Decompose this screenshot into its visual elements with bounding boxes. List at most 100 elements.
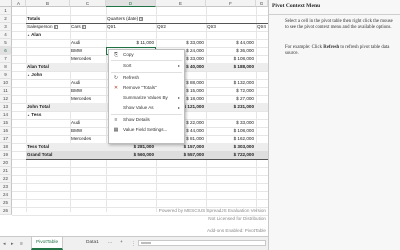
row-header[interactable]: 24 xyxy=(0,191,12,199)
row-header[interactable]: 6 xyxy=(0,47,12,55)
sheet-tab-data1[interactable]: Data1 xyxy=(82,237,103,248)
menu-item-value-field-settings[interactable]: ▦ Value Field Settings... xyxy=(109,125,184,135)
grand-total-label[interactable]: Grand Total xyxy=(26,151,70,159)
row-header[interactable]: 2 xyxy=(0,15,12,23)
row-header[interactable]: 12 xyxy=(0,95,12,103)
row-header[interactable]: 5 xyxy=(0,39,12,47)
more-sheets-button[interactable]: ... xyxy=(104,237,116,248)
grand-total-cell[interactable]: $ 557,000 xyxy=(156,151,206,159)
filter-dropdown-icon[interactable]: ▾ xyxy=(53,24,58,29)
row-header[interactable]: 14 xyxy=(0,111,12,119)
column-header-f[interactable]: F xyxy=(206,0,256,7)
row-header[interactable]: 1 xyxy=(0,7,12,15)
add-sheet-button[interactable]: + xyxy=(116,237,127,248)
menu-item-show-details[interactable]: ≡ Show Details xyxy=(109,115,184,125)
row-header[interactable]: 19 xyxy=(0,151,12,159)
tab-splitter-icon[interactable]: ⋮ xyxy=(131,241,136,247)
last-sheet-icon[interactable]: ▸ xyxy=(11,241,14,247)
pivot-row-filter-cars[interactable]: Cars ▾ xyxy=(70,23,106,31)
subtotal-label[interactable]: John Total xyxy=(26,103,70,111)
sheet-list-icon[interactable]: ≡ xyxy=(20,241,23,247)
horizontal-scrollbar[interactable] xyxy=(138,240,266,246)
quarter-header[interactable]: Qtr3 xyxy=(206,23,256,31)
row-header[interactable]: 8 xyxy=(0,63,12,71)
value-cell[interactable]: $ 44,000 xyxy=(206,39,256,47)
value-cell[interactable]: $ 33,000 xyxy=(206,119,256,127)
scrollbar-thumb[interactable] xyxy=(141,242,151,244)
column-header-e[interactable]: E xyxy=(156,0,206,7)
grand-total-cell[interactable]: $ 722,000 xyxy=(206,151,256,159)
sheet-tab-pivottable[interactable]: PivotTable xyxy=(31,237,64,250)
row-header[interactable]: 17 xyxy=(0,135,12,143)
menu-item-refresh[interactable]: ↻ Refresh xyxy=(109,73,184,83)
column-header-g[interactable]: G xyxy=(256,0,268,7)
pivot-column-filter[interactable]: Quarters (date) ▾ xyxy=(106,15,156,23)
car-label[interactable]: Audi xyxy=(70,119,106,127)
first-sheet-icon[interactable]: ◂ xyxy=(3,241,6,247)
row-header[interactable]: 16 xyxy=(0,127,12,135)
subtotal-cell[interactable]: $ 157,000 xyxy=(156,143,206,151)
row-header[interactable]: 23 xyxy=(0,183,12,191)
quarter-header[interactable]: Qtr1 xyxy=(106,23,156,31)
column-header-b[interactable]: B xyxy=(26,0,70,7)
car-label[interactable]: Audi xyxy=(70,79,106,87)
quarter-header[interactable]: Qtr4 xyxy=(256,23,268,31)
car-label[interactable]: BMW xyxy=(70,87,106,95)
row-header[interactable]: 4 xyxy=(0,31,12,39)
value-cell[interactable]: $ 33,000 xyxy=(156,39,206,47)
value-cell[interactable]: $ 72,000 xyxy=(206,87,256,95)
row-header[interactable]: 9 xyxy=(0,71,12,79)
value-cell[interactable]: $ 36,000 xyxy=(206,47,256,55)
menu-item-sort[interactable]: Sort ▸ xyxy=(109,61,184,71)
menu-item-remove-totals[interactable]: ✕ Remove "Totals" xyxy=(109,83,184,93)
grand-total-cell[interactable]: $ 560,000 xyxy=(106,151,156,159)
car-label[interactable]: Audi xyxy=(70,39,106,47)
menu-item-show-value-as[interactable]: Show Value As ▸ xyxy=(109,103,184,113)
row-header[interactable]: 20 xyxy=(0,159,12,167)
car-label[interactable]: Mercedes xyxy=(70,95,106,103)
pivot-totals-label[interactable]: Totals xyxy=(26,15,70,23)
row-header[interactable]: 26 xyxy=(0,207,12,215)
row-header[interactable]: 7 xyxy=(0,55,12,63)
car-label[interactable]: BMW xyxy=(70,47,106,55)
value-cell[interactable]: $ 132,000 xyxy=(206,79,256,87)
value-cell[interactable]: $ 108,000 xyxy=(206,127,256,135)
pivot-row-filter-salesperson[interactable]: Salesperson ▾ xyxy=(26,23,70,31)
row-header[interactable]: 22 xyxy=(0,175,12,183)
row-header[interactable]: 25 xyxy=(0,199,12,207)
row-header[interactable]: 21 xyxy=(0,167,12,175)
filter-dropdown-icon[interactable]: ▾ xyxy=(81,24,86,29)
salesperson-group-header[interactable]: ▲ Tess xyxy=(26,111,70,119)
menu-item-summarize-values-by[interactable]: Summarize Values By ▸ xyxy=(109,93,184,103)
row-header[interactable]: 13 xyxy=(0,103,12,111)
row-header[interactable]: 11 xyxy=(0,87,12,95)
row-header[interactable]: 18 xyxy=(0,143,12,151)
subtotal-label[interactable]: Tess Total xyxy=(26,143,70,151)
quarter-header[interactable]: Qtr2 xyxy=(156,23,206,31)
car-label[interactable]: Mercedes xyxy=(70,135,106,143)
subtotal-cell[interactable]: $ 188,000 xyxy=(206,63,256,71)
collapse-icon[interactable]: ▲ xyxy=(27,113,30,117)
collapse-icon[interactable]: ▲ xyxy=(27,73,30,77)
column-header-c[interactable]: C xyxy=(70,0,106,7)
menu-item-copy[interactable]: ⎘ Copy xyxy=(109,50,184,60)
subtotal-cell[interactable]: $ 281,000 xyxy=(106,143,156,151)
subtotal-cell[interactable]: $ 303,000 xyxy=(206,143,256,151)
car-label[interactable]: BMW xyxy=(70,127,106,135)
salesperson-group-header[interactable]: ▲ Alan xyxy=(26,31,70,39)
subtotal-label[interactable]: Alan Total xyxy=(26,63,70,71)
salesperson-group-header[interactable]: ▲ John xyxy=(26,71,70,79)
row-header[interactable]: 10 xyxy=(0,79,12,87)
column-header-d[interactable]: D xyxy=(106,0,156,7)
filter-dropdown-icon[interactable]: ▾ xyxy=(139,16,144,21)
value-cell[interactable]: $ 11,000 xyxy=(106,39,156,47)
row-header[interactable]: 3 xyxy=(0,23,12,31)
column-header-a[interactable]: A xyxy=(12,0,26,7)
subtotal-cell[interactable]: $ 231,000 xyxy=(206,103,256,111)
value-cell[interactable]: $ 108,000 xyxy=(206,55,256,63)
select-all-corner[interactable] xyxy=(0,0,12,7)
value-cell[interactable]: $ 162,000 xyxy=(206,135,256,143)
spreadsheet-grid[interactable]: A B C D E F G 1 2 3 4 5 6 7 8 9 10 11 12… xyxy=(0,0,268,250)
row-header[interactable]: 15 xyxy=(0,119,12,127)
collapse-icon[interactable]: ▲ xyxy=(27,33,30,37)
